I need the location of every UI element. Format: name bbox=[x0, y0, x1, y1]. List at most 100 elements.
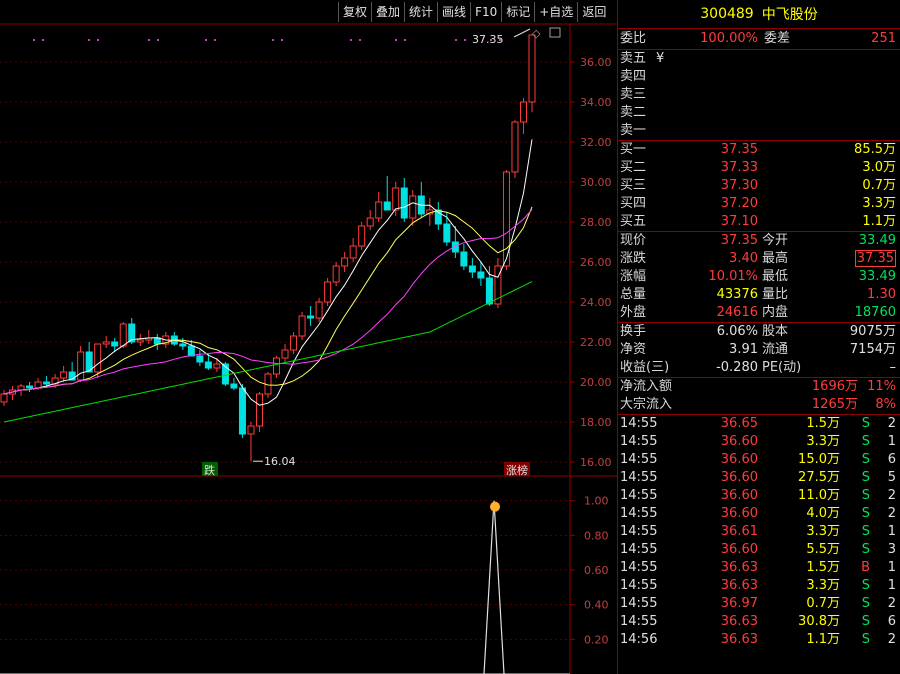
tick-price: 36.63 bbox=[720, 632, 758, 647]
tick-volume: 1.5万 bbox=[806, 560, 840, 575]
window-icon[interactable] bbox=[549, 27, 561, 38]
indicator-tick-label: 0.40 bbox=[584, 599, 609, 612]
indicator-tick-label: 0.80 bbox=[584, 529, 609, 542]
tick-price: 36.60 bbox=[720, 542, 758, 557]
buy-label: 买一 bbox=[620, 142, 647, 157]
candle-body bbox=[102, 341, 110, 345]
fund-value: 6.06% bbox=[716, 324, 758, 339]
candle-body bbox=[238, 387, 246, 435]
buy-volume: 3.0万 bbox=[862, 160, 896, 175]
tick-price: 36.63 bbox=[720, 578, 758, 593]
sell-label: 卖二 bbox=[620, 105, 647, 120]
tick-row-2: 14:55 36.60 3.3万 S 1 bbox=[618, 433, 900, 451]
tick-count: 1 bbox=[887, 578, 896, 593]
sell-row-2: 卖四 bbox=[618, 68, 900, 86]
toolbar-button-6[interactable]: +自选 bbox=[534, 2, 577, 22]
quote-label-2: 内盘 bbox=[762, 305, 789, 320]
tick-price: 36.63 bbox=[720, 614, 758, 629]
candle-body bbox=[298, 315, 306, 337]
tick-volume: 11.0万 bbox=[798, 488, 840, 503]
tick-row-6: 14:55 36.60 4.0万 S 2 bbox=[618, 505, 900, 523]
tick-row-1: 14:55 36.65 1.5万 S 2 bbox=[618, 415, 900, 433]
sell-row-5: 卖一 bbox=[618, 122, 900, 140]
toolbar-button-2[interactable]: 统计 bbox=[404, 2, 437, 22]
candle-body bbox=[281, 349, 289, 359]
price-tick-label: 36.00 bbox=[580, 56, 612, 69]
candle-body bbox=[315, 301, 323, 319]
tick-time: 14:55 bbox=[620, 452, 658, 467]
candle-body bbox=[392, 187, 400, 211]
toolbar-button-0[interactable]: 复权 bbox=[338, 2, 371, 22]
tick-volume: 4.0万 bbox=[806, 506, 840, 521]
candle-body bbox=[366, 217, 374, 227]
buy-volume: 1.1万 bbox=[862, 214, 896, 229]
capital-flow: 净流入额 1696万 11% 大宗流入 1265万 8% bbox=[618, 378, 900, 415]
buy-row-3: 买三 37.30 0.7万 bbox=[618, 177, 900, 195]
candle-body bbox=[307, 315, 315, 319]
quote-panel: 300489 中飞股份 委比 100.00% 委差 251 卖五 ¥ 卖四 卖三 卖二卖… bbox=[617, 0, 900, 674]
tick-time: 14:55 bbox=[620, 596, 658, 611]
quote-row-2: 涨跌 3.40 最高 37.35 bbox=[618, 250, 900, 268]
indicator-tick-label: 0.20 bbox=[584, 633, 609, 646]
quote-value: 37.35 bbox=[720, 233, 758, 248]
candle-body bbox=[519, 101, 527, 123]
flow-row-1: 净流入额 1696万 11% bbox=[618, 378, 900, 396]
toolbar-button-4[interactable]: F10 bbox=[470, 2, 501, 22]
signal-dot bbox=[350, 39, 352, 41]
tick-volume: 15.0万 bbox=[798, 452, 840, 467]
stock-name: 中飞股份 bbox=[761, 7, 818, 23]
fund-value-2: 7154万 bbox=[849, 342, 896, 357]
candle-body bbox=[528, 34, 536, 103]
candle-body bbox=[247, 425, 255, 435]
sell-label: 卖四 bbox=[620, 69, 647, 84]
high-label: 37.35 bbox=[472, 33, 504, 46]
tick-side: S bbox=[861, 470, 870, 485]
tick-volume: 1.1万 bbox=[806, 632, 840, 647]
fund-label-2: 股本 bbox=[762, 324, 789, 339]
quote-label-2: 最低 bbox=[762, 269, 789, 284]
indicator-tick-label: 1.00 bbox=[584, 495, 609, 508]
candle-body bbox=[196, 355, 204, 363]
candle-body bbox=[332, 265, 340, 283]
signal-dot bbox=[272, 39, 274, 41]
quote-label-2: 今开 bbox=[762, 233, 789, 248]
buy-label: 买三 bbox=[620, 178, 647, 193]
tick-volume: 5.5万 bbox=[806, 542, 840, 557]
toolbar-button-5[interactable]: 标记 bbox=[501, 2, 534, 22]
signal-dot bbox=[42, 39, 44, 41]
candle-body bbox=[485, 277, 493, 305]
tick-price: 36.63 bbox=[720, 560, 758, 575]
signal-dot bbox=[404, 39, 406, 41]
tick-list[interactable]: 14:55 36.65 1.5万 S 2 14:55 36.60 3.3万 S 1 14:55 36.… bbox=[618, 415, 900, 649]
quote-label-2: 量比 bbox=[762, 287, 789, 302]
candle-body bbox=[43, 381, 51, 385]
tick-time: 14:56 bbox=[620, 632, 658, 647]
signal-dot bbox=[395, 39, 397, 41]
toolbar-button-7[interactable]: 返回 bbox=[577, 2, 610, 22]
candle-body bbox=[213, 363, 221, 369]
tick-price: 36.60 bbox=[720, 488, 758, 503]
toolbar-button-1[interactable]: 叠加 bbox=[371, 2, 404, 22]
tick-price: 36.60 bbox=[720, 506, 758, 521]
toolbar-button-3[interactable]: 画线 bbox=[437, 2, 470, 22]
candle-body bbox=[153, 337, 161, 345]
price-tick-label: 18.00 bbox=[580, 416, 612, 429]
candle-body bbox=[273, 357, 281, 375]
tick-row-10: 14:55 36.63 3.3万 S 1 bbox=[618, 577, 900, 595]
candle-body bbox=[349, 245, 357, 259]
tick-row-7: 14:55 36.61 3.3万 S 1 bbox=[618, 523, 900, 541]
fund-row-3: 收益(三) -0.280 PE(动) – bbox=[618, 359, 900, 377]
tick-count: 6 bbox=[887, 452, 896, 467]
kline-chart[interactable]: 36.00 34.00 32.00 30.00 28.00 26.00 24.00 22.00… bbox=[0, 0, 617, 674]
signal-dot bbox=[97, 39, 99, 41]
signal-dot bbox=[148, 39, 150, 41]
tick-volume: 3.3万 bbox=[806, 524, 840, 539]
fund-value: 3.91 bbox=[729, 342, 758, 357]
quote-row-5: 外盘 24616 内盘 18760 bbox=[618, 304, 900, 322]
tick-side: S bbox=[861, 524, 870, 539]
quote-stats: 现价 37.35 今开 33.49 涨跌 3.40 最高 37.35 涨幅 10.01% 最低 33.… bbox=[618, 232, 900, 323]
sell-row-1: 卖五 ¥ bbox=[618, 50, 900, 68]
candle-body bbox=[460, 251, 468, 267]
indicator-line bbox=[483, 500, 505, 674]
diamond-icon[interactable]: ◇ bbox=[532, 27, 541, 40]
